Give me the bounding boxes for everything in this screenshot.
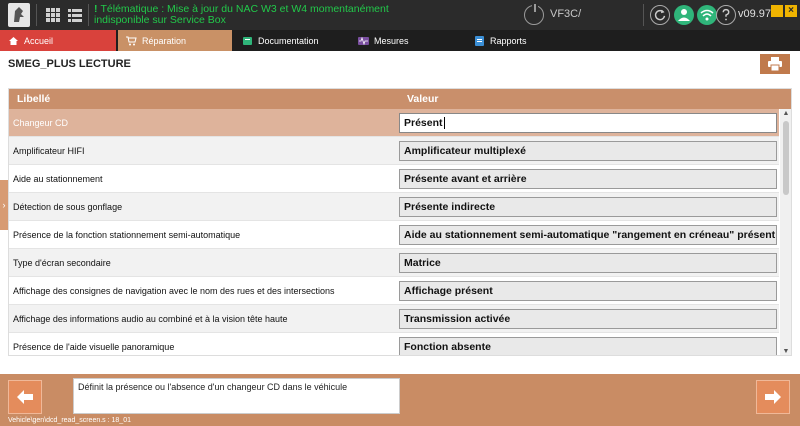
row-label: Présence de la fonction stationnement se… — [13, 230, 241, 240]
tab-label: Documentation — [258, 35, 319, 46]
table-row[interactable]: Détection de sous gonflage Présente indi… — [9, 193, 779, 221]
table-row[interactable]: Changeur CD Présent — [9, 109, 779, 137]
row-label: Détection de sous gonflage — [13, 202, 123, 212]
waveform-icon — [358, 36, 369, 45]
table-row[interactable]: Aide au stationnement Présente avant et … — [9, 165, 779, 193]
power-icon[interactable] — [524, 4, 544, 25]
tab-rapports[interactable]: Rapports — [466, 30, 580, 51]
row-value-field[interactable]: Matrice — [399, 253, 777, 273]
row-label: Présence de l'aide visuelle panoramique — [13, 342, 175, 352]
arrow-right-icon — [765, 390, 781, 404]
tab-documentation[interactable]: Documentation — [234, 30, 348, 51]
row-label: Affichage des informations audio au comb… — [13, 314, 288, 324]
row-value-field[interactable]: Fonction absente — [399, 337, 777, 355]
row-label: Aide au stationnement — [13, 174, 103, 184]
peugeot-logo — [8, 3, 30, 27]
row-value-field[interactable]: Présente indirecte — [399, 197, 777, 217]
minimize-button[interactable] — [771, 5, 783, 17]
tab-mesures[interactable]: Mesures — [350, 30, 464, 51]
top-bar: ! Télématique : Mise à jour du NAC W3 et … — [0, 0, 800, 30]
footer-bar: Définit la présence ou l'absence d'un ch… — [0, 374, 800, 426]
print-button[interactable] — [760, 54, 790, 74]
table-row[interactable]: Affichage des consignes de navigation av… — [9, 277, 779, 305]
row-value-field[interactable]: Transmission activée — [399, 309, 777, 329]
notification-text: Télématique : Mise à jour du NAC W3 et W… — [94, 4, 389, 26]
row-value-field[interactable]: Amplificateur multiplexé — [399, 141, 777, 161]
notification-message: ! Télématique : Mise à jour du NAC W3 et … — [94, 4, 430, 28]
table-header: Libellé Valeur — [9, 89, 791, 109]
scroll-thumb[interactable] — [783, 121, 789, 195]
data-table: Libellé Valeur Changeur CD Présent Ampli… — [8, 88, 792, 356]
arrow-left-icon — [17, 390, 33, 404]
side-panel-toggle[interactable]: › — [0, 180, 8, 230]
table-row[interactable]: Amplificateur HIFI Amplificateur multipl… — [9, 137, 779, 165]
table-row[interactable]: Affichage des informations audio au comb… — [9, 305, 779, 333]
row-label: Affichage des consignes de navigation av… — [13, 286, 335, 296]
close-button[interactable]: × — [785, 5, 797, 17]
back-button[interactable] — [8, 380, 42, 414]
divider — [36, 4, 37, 26]
row-value: Présent — [404, 117, 443, 129]
page-title: SMEG_PLUS LECTURE — [8, 58, 131, 70]
row-label: Type d'écran secondaire — [13, 258, 111, 268]
user-icon[interactable] — [674, 5, 694, 25]
tab-label: Rapports — [490, 35, 527, 46]
grid-icon[interactable] — [44, 6, 62, 24]
table-row[interactable]: Présence de l'aide visuelle panoramique … — [9, 333, 779, 355]
divider — [88, 4, 89, 26]
printer-icon — [768, 57, 782, 71]
row-label: Changeur CD — [13, 118, 69, 128]
main-tabs: Accueil Réparation Documentation Mesures… — [0, 30, 800, 51]
scroll-down-arrow-icon[interactable]: ▼ — [780, 347, 791, 355]
column-header-valeur: Valeur — [407, 93, 439, 105]
next-button[interactable] — [756, 380, 790, 414]
table-row[interactable]: Type d'écran secondaire Matrice — [9, 249, 779, 277]
row-label: Amplificateur HIFI — [13, 146, 85, 156]
vertical-scrollbar[interactable]: ▲ ▼ — [780, 109, 791, 355]
version-label: v09.97 — [738, 8, 772, 20]
cart-icon — [126, 36, 137, 45]
report-icon — [475, 35, 484, 46]
column-header-libelle: Libellé — [17, 93, 51, 105]
help-text-box: Définit la présence ou l'absence d'un ch… — [73, 378, 400, 414]
text-cursor — [443, 117, 445, 130]
row-value-field[interactable]: Affichage présent — [399, 281, 777, 301]
home-icon — [9, 36, 18, 45]
row-value-field[interactable]: Aide au stationnement semi-automatique "… — [399, 225, 777, 245]
scroll-up-arrow-icon[interactable]: ▲ — [780, 109, 791, 119]
book-icon — [243, 36, 252, 45]
table-row[interactable]: Présence de la fonction stationnement se… — [9, 221, 779, 249]
help-icon[interactable] — [716, 5, 736, 25]
row-value-field[interactable]: Présente avant et arrière — [399, 169, 777, 189]
tab-reparation[interactable]: Réparation — [118, 30, 232, 51]
screen-path: Vehicle\gen\dcd_read_screen.s : 18_01 — [8, 417, 131, 424]
divider — [643, 4, 644, 26]
table-body: Changeur CD Présent Amplificateur HIFI A… — [9, 109, 779, 355]
tab-label: Mesures — [374, 35, 409, 46]
refresh-icon[interactable] — [650, 5, 670, 25]
tab-accueil[interactable]: Accueil — [0, 30, 116, 51]
wifi-icon[interactable] — [697, 5, 717, 25]
tab-label: Réparation — [142, 35, 187, 46]
vin-field: VF3C/ — [550, 8, 582, 20]
row-value-field[interactable]: Présent — [399, 113, 777, 133]
list-icon[interactable] — [66, 6, 84, 24]
tab-label: Accueil — [24, 35, 54, 46]
